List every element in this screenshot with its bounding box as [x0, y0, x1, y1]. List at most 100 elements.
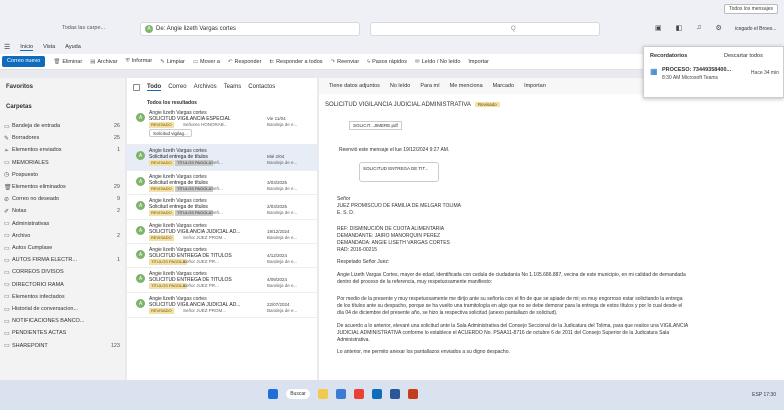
system-tray[interactable]: ESP 17:30	[752, 392, 776, 398]
category-tag-2: TÍTULOS PAGOLA	[175, 210, 214, 216]
edge-icon[interactable]	[336, 389, 346, 399]
folder-item[interactable]: ▭ NOTIFICACIONES BANCO...	[4, 315, 120, 327]
folder-count: 25	[113, 135, 120, 142]
folder-icon: ▭	[4, 233, 10, 240]
folder-label: AUTOS FIRMA ELECTR...	[12, 257, 77, 264]
notes-icon[interactable]: ◧	[676, 24, 683, 32]
category-tag: TÍTULOS PAGOLA	[149, 259, 188, 265]
refiner-flagged[interactable]: Marcado	[493, 83, 514, 89]
refiner-attachments[interactable]: Tiene datos adjuntos	[329, 83, 380, 89]
move-button[interactable]: ▭ Mover a	[193, 59, 220, 65]
importance-button[interactable]: Importar	[468, 59, 488, 65]
quick-steps-button[interactable]: ϟ Pasos rápidos	[367, 59, 407, 65]
message-row[interactable]: A Angie lizeth Vargas cortes SOLICITUD VIG…	[127, 220, 317, 244]
folder-item[interactable]: ▭ SHAREPOINT 123	[4, 340, 120, 352]
folder-item[interactable]: ◷ Pospuesto	[4, 169, 120, 181]
trash-icon: 🗑	[53, 58, 61, 65]
menu-item-inicio[interactable]: Inicio	[20, 44, 34, 51]
refiner-to-me[interactable]: Para mí	[420, 83, 439, 89]
filter-contacts[interactable]: Contactos	[248, 84, 275, 90]
dismiss-all-button[interactable]: Descartar todos	[724, 53, 763, 59]
body-text-line: E. S. D.	[337, 210, 355, 216]
user-name[interactable]: icegado el Broes...	[735, 26, 776, 32]
sweep-button[interactable]: ✎ Limpiar	[160, 59, 185, 65]
folder-item[interactable]: ▭ Administrativas	[4, 218, 120, 230]
folder-label: Autos Cumplase	[12, 245, 53, 251]
lightning-icon: ϟ	[367, 58, 371, 65]
filter-mail[interactable]: Correo	[168, 84, 186, 90]
folder-item[interactable]: ▭ Elementos infectados	[4, 291, 120, 303]
message-date: Vie 11/04	[267, 116, 286, 121]
read-unread-button[interactable]: ✉ Leído / No leído	[415, 59, 460, 65]
refiner-unread[interactable]: No leído	[390, 83, 411, 89]
filter-files[interactable]: Archivos	[194, 84, 217, 90]
bell-icon[interactable]: ♫	[696, 24, 701, 32]
body-text-line: dentro del proceso de la referencia, muy…	[337, 279, 493, 285]
folder-item[interactable]: 🗑 Elementos eliminados 29	[4, 181, 120, 193]
menu-item-vista[interactable]: Vista	[43, 44, 55, 50]
message-row[interactable]: A Angie lizeth Vargas cortes SOLICITUD ENT…	[127, 268, 317, 293]
message-row[interactable]: A Angie lizeth Vargas cortes SOLICITUD VIG…	[127, 107, 317, 145]
message-row[interactable]: A Angie lizeth Vargas cortes Solicitud ent…	[127, 145, 317, 171]
folder-item[interactable]: ➢ Elementos enviados 1	[4, 144, 120, 156]
folders-header[interactable]: Carpetas	[6, 104, 32, 110]
file-explorer-icon[interactable]	[318, 389, 328, 399]
folder-item[interactable]: ✐ Notas 2	[4, 205, 120, 217]
hamburger-icon[interactable]: ☰	[4, 43, 10, 51]
chrome-icon[interactable]	[354, 389, 364, 399]
folder-item[interactable]: ▭ Autos Cumplase	[4, 242, 120, 254]
folder-item[interactable]: ▭ DIRECTORIO RAMA	[4, 279, 120, 291]
windows-start-icon[interactable]	[268, 389, 278, 399]
folder-item[interactable]: ▭ Historial de conversacion...	[4, 303, 120, 315]
archive-button[interactable]: ▤ Archivar	[90, 59, 117, 65]
folder-item[interactable]: ▭ CORREOS DIVISOS	[4, 266, 120, 278]
forward-button[interactable]: ↷ Reenviar	[331, 59, 360, 65]
new-mail-button[interactable]: Correo nuevo	[2, 56, 46, 67]
filter-all[interactable]: Todo	[147, 84, 162, 91]
folder-filter-dropdown[interactable]: Todas las carpe...	[62, 25, 105, 31]
folder-item[interactable]: ✎ Borradores 25	[4, 132, 120, 144]
delete-button[interactable]: 🗑 Eliminar	[53, 59, 82, 65]
refiner-important[interactable]: Importan	[524, 83, 546, 89]
attachment-chip[interactable]: Solicitud vigilag...	[149, 129, 192, 137]
reply-all-button[interactable]: ⇇ Responder a todos	[269, 59, 322, 65]
taskbar-search[interactable]: Buscar	[286, 389, 310, 399]
category-tag: REVISADO	[149, 235, 174, 241]
refiner-mentions[interactable]: Me menciona	[450, 83, 483, 89]
settings-icon[interactable]: ⚙	[716, 24, 722, 32]
select-all-checkbox[interactable]	[133, 83, 140, 91]
search-input[interactable]: Q	[370, 22, 600, 36]
teams-icon[interactable]: ▣	[655, 24, 662, 32]
category-tag[interactable]: Revisado	[474, 102, 500, 107]
outlook-icon[interactable]	[372, 389, 382, 399]
forwarded-card[interactable]: SOLICITUD ENTREGA DE TIT...	[359, 162, 439, 182]
folder-item[interactable]: ⊘ Correo no deseado 9	[4, 193, 120, 205]
folder-item[interactable]: ▭ Bandeja de entrada 26	[4, 120, 120, 132]
message-row[interactable]: A Angie lizeth Vargas cortes Solicitud ent…	[127, 195, 317, 220]
filter-teams[interactable]: Teams	[224, 84, 242, 90]
attachment-chip[interactable]: SOLICIT...JIMERE.pdf	[349, 121, 402, 130]
favorites-header[interactable]: Favoritos	[6, 84, 33, 90]
search-scope-tab[interactable]: A De: Angie lizeth Vargas cortes	[140, 22, 360, 36]
category-tag-2: TÍTULOS PAGOLA	[175, 160, 214, 166]
folder-item[interactable]: ▭ PENDIENTES ACTAS	[4, 327, 120, 339]
word-icon[interactable]	[390, 389, 400, 399]
message-row[interactable]: A Angie lizeth Vargas cortes SOLICITUD ENT…	[127, 244, 317, 268]
all-messages-pill[interactable]: Todos los mensajes	[724, 4, 778, 14]
folder-label: Historial de conversacion...	[12, 306, 79, 312]
body-text-line: DEMANDADA: ANGIE LISETH VARGAS CORTES	[337, 240, 450, 246]
folder-item[interactable]: ▭ Archivo 2	[4, 230, 120, 242]
reminder-subject[interactable]: PROCESO: 73449358400...	[662, 67, 731, 73]
message-folder: Bandeja de e...	[267, 259, 298, 264]
powerpoint-icon[interactable]	[408, 389, 418, 399]
report-button[interactable]: ⛨ Informar	[126, 58, 153, 65]
category-tag: REVISADO	[149, 160, 174, 166]
message-row[interactable]: A Angie lizeth Vargas cortes SOLICITUD VIG…	[127, 293, 317, 318]
message-row[interactable]: A Angie lizeth Vargas cortes Solicitud ent…	[127, 171, 317, 195]
category-tag: TÍTULOS PAGOLA	[149, 283, 188, 289]
menu-item-ayuda[interactable]: Ayuda	[65, 44, 81, 50]
body-text-line: día 04 de diciembre del presente año, se…	[337, 310, 558, 316]
reply-button[interactable]: ↶ Responder	[228, 59, 262, 65]
folder-item[interactable]: ▭ MEMORIALES	[4, 157, 120, 169]
folder-item[interactable]: ▭ AUTOS FIRMA ELECTR... 1	[4, 254, 120, 266]
